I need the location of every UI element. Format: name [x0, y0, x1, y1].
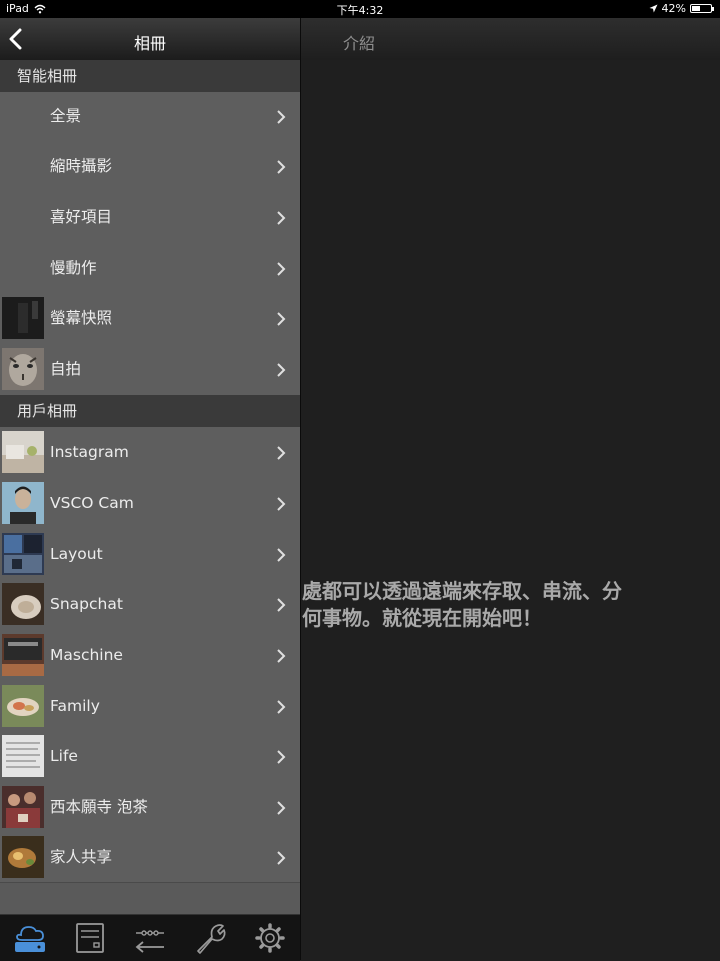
album-label: 西本願寺 泡茶 — [50, 798, 148, 816]
album-thumbnail — [2, 533, 44, 575]
chevron-right-icon — [277, 497, 286, 511]
album-label: Snapchat — [50, 595, 123, 613]
album-label: Life — [50, 747, 78, 765]
album-thumbnail — [2, 348, 44, 390]
album-thumbnail — [2, 735, 44, 777]
tab-bar — [0, 914, 300, 961]
album-label: VSCO Cam — [50, 494, 134, 512]
album-thumbnail — [2, 583, 44, 625]
album-row-snapchat[interactable]: Snapchat — [0, 580, 300, 630]
split-divider — [300, 18, 301, 960]
album-row-screenshots[interactable]: 螢幕快照 — [0, 294, 300, 344]
chevron-right-icon — [277, 363, 286, 377]
album-thumbnail — [2, 836, 44, 878]
battery-percent: 42% — [661, 2, 686, 15]
album-row-family[interactable]: Family — [0, 682, 300, 732]
chevron-right-icon — [277, 211, 286, 225]
album-thumbnail — [2, 786, 44, 828]
chevron-right-icon — [277, 312, 286, 326]
album-label: Family — [50, 697, 100, 715]
album-thumbnail — [2, 634, 44, 676]
album-row-selfies[interactable]: 自拍 — [0, 345, 300, 395]
album-row-panorama[interactable]: 全景 — [0, 92, 300, 142]
chevron-right-icon — [277, 110, 286, 124]
section-smart-albums: 智能相冊 — [0, 60, 300, 92]
location-icon — [649, 4, 658, 13]
battery-level — [692, 6, 700, 11]
chevron-right-icon — [277, 649, 286, 663]
section-user-albums: 用戶相冊 — [0, 395, 300, 427]
album-label: 螢幕快照 — [50, 309, 113, 327]
album-row-maschine[interactable]: Maschine — [0, 631, 300, 681]
album-row-timelapse[interactable]: 縮時攝影 — [0, 142, 300, 192]
transfer-icon[interactable] — [132, 921, 168, 955]
chevron-right-icon — [277, 598, 286, 612]
list-footer — [0, 882, 300, 915]
chevron-right-icon — [277, 851, 286, 865]
chevron-right-icon — [277, 750, 286, 764]
album-row-family-sharing[interactable]: 家人共享 — [0, 833, 300, 883]
album-label: Maschine — [50, 646, 123, 664]
album-row-slomo[interactable]: 慢動作 — [0, 244, 300, 294]
page-title: 相冊 — [133, 34, 166, 53]
album-label: Instagram — [50, 443, 129, 461]
battery-icon — [690, 4, 714, 13]
intro-line-1: 處都可以透過遠端來存取、串流、分 — [302, 579, 622, 603]
albums-panel: 相冊 智能相冊 全景 縮時攝影 喜好項目 慢動作 螢幕快照 自拍 用戶相冊 In… — [0, 18, 300, 961]
album-thumbnail — [2, 482, 44, 524]
chevron-right-icon — [277, 262, 286, 276]
albums-header: 相冊 — [0, 18, 300, 60]
chevron-right-icon — [277, 700, 286, 714]
album-thumbnail — [2, 685, 44, 727]
chevron-right-icon — [277, 446, 286, 460]
album-label: Layout — [50, 545, 103, 563]
status-bar: iPad 下午4:32 42% — [0, 0, 720, 18]
chevron-right-icon — [277, 160, 286, 174]
album-row-favorites[interactable]: 喜好項目 — [0, 193, 300, 243]
intro-line-2: 何事物。就從現在開始吧！ — [302, 606, 542, 630]
album-label: 喜好項目 — [50, 208, 113, 226]
album-row-instagram[interactable]: Instagram — [0, 428, 300, 478]
status-time: 下午4:32 — [336, 4, 384, 17]
album-row-nishi-honganji[interactable]: 西本願寺 泡茶 — [0, 783, 300, 833]
chevron-right-icon — [277, 801, 286, 815]
detail-header: 介紹 — [301, 18, 720, 60]
detail-title: 介紹 — [343, 34, 376, 53]
album-label: 縮時攝影 — [50, 157, 113, 175]
cloud-storage-icon[interactable] — [12, 921, 48, 955]
wrench-icon[interactable] — [192, 921, 228, 955]
album-label: 慢動作 — [50, 259, 97, 277]
album-row-vsco-cam[interactable]: VSCO Cam — [0, 479, 300, 529]
album-label: 家人共享 — [50, 848, 113, 866]
album-row-layout[interactable]: Layout — [0, 530, 300, 580]
album-thumbnail — [2, 297, 44, 339]
server-icon[interactable] — [72, 921, 108, 955]
album-label: 全景 — [50, 107, 82, 125]
gear-icon[interactable] — [252, 921, 288, 955]
intro-text: 處都可以透過遠端來存取、串流、分 何事物。就從現在開始吧！ — [302, 578, 720, 632]
chevron-right-icon — [277, 548, 286, 562]
album-thumbnail — [2, 431, 44, 473]
album-label: 自拍 — [50, 360, 82, 378]
album-row-life[interactable]: Life — [0, 732, 300, 782]
